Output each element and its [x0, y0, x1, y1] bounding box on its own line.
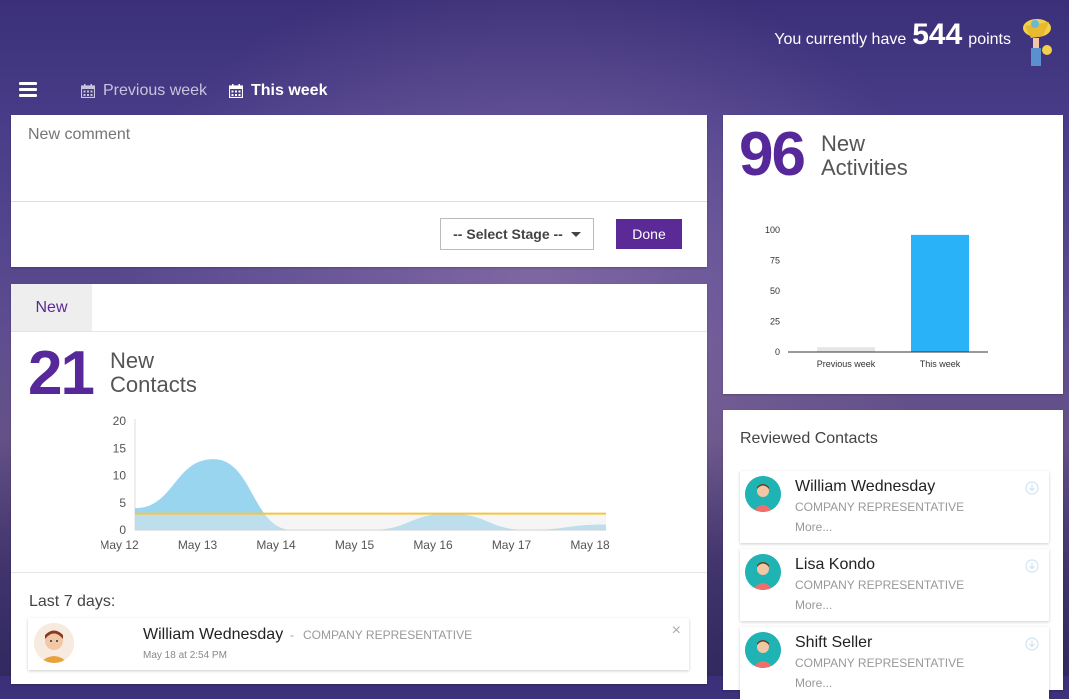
tab-divider [11, 331, 707, 332]
this-week-label: This week [251, 82, 328, 99]
previous-week-label: Previous week [103, 82, 208, 99]
comment-card: -- Select Stage -- Done [11, 115, 707, 267]
x-tick-label: May 14 [256, 538, 296, 552]
more-link[interactable]: More... [795, 520, 832, 534]
x-tick-label: May 13 [178, 538, 218, 552]
new-activities-label-line2: Activities [821, 155, 908, 180]
activity-separator: - [290, 628, 294, 642]
activities-card: 96 New Activities 0 25 50 75 100 Previous wee… [723, 115, 1063, 394]
download-circle-icon[interactable] [1025, 481, 1039, 495]
x-tick-label: May 17 [492, 538, 532, 552]
avatar [34, 623, 74, 663]
reviewed-contacts-title: Reviewed Contacts [740, 430, 878, 447]
activity-item[interactable]: William Wednesday - COMPANY REPRESENTATI… [28, 618, 689, 670]
x-tick-label: This week [920, 359, 961, 369]
menu-icon[interactable] [19, 82, 37, 98]
reviewed-contact-item[interactable]: Shift Seller COMPANY REPRESENTATIVE More..… [740, 627, 1049, 699]
y-tick-label: 50 [770, 286, 780, 296]
points-value: 544 [912, 18, 963, 51]
reviewed-contact-name[interactable]: Shift Seller [795, 634, 872, 652]
reviewed-contact-role: COMPANY REPRESENTATIVE [795, 500, 965, 514]
y-tick-label: 15 [113, 441, 127, 455]
reviewed-contact-item[interactable]: Lisa Kondo COMPANY REPRESENTATIVE More... [740, 549, 1049, 621]
new-contacts-label-line2: Contacts [110, 372, 197, 397]
select-stage-label: -- Select Stage -- [453, 226, 563, 242]
new-activities-count: 96 [739, 120, 806, 189]
x-tick-label: May 12 [101, 538, 139, 552]
download-circle-icon[interactable] [1025, 559, 1039, 573]
reviewed-contact-role: COMPANY REPRESENTATIVE [795, 656, 965, 670]
points-display: You currently have 544 points [774, 18, 1011, 52]
activity-contact-name[interactable]: William Wednesday [143, 626, 283, 644]
new-contacts-count: 21 [28, 339, 95, 408]
avatar [745, 554, 781, 590]
this-week-link[interactable]: This week [229, 82, 327, 100]
contacts-area-chart: 0 5 10 15 20 May 12 May 13 May 14 May 15 May 16 Ma… [101, 414, 610, 552]
points-prefix: You currently have [774, 31, 907, 48]
comment-input[interactable] [11, 115, 707, 202]
x-tick-label: Previous week [817, 359, 876, 369]
more-link[interactable]: More... [795, 676, 832, 690]
y-tick-label: 5 [119, 496, 126, 510]
previous-week-link[interactable]: Previous week [81, 82, 207, 100]
done-button[interactable]: Done [616, 219, 682, 249]
series-area-average [135, 513, 606, 530]
activity-contact-role: COMPANY REPRESENTATIVE [303, 628, 473, 642]
tab-new[interactable]: New [11, 284, 92, 331]
activity-timestamp: May 18 at 2:54 PM [143, 650, 227, 661]
caret-down-icon [570, 231, 581, 237]
y-tick-label: 20 [113, 414, 127, 428]
more-link[interactable]: More... [795, 598, 832, 612]
x-tick-label: May 18 [570, 538, 610, 552]
points-suffix: points [968, 31, 1011, 48]
y-tick-label: 100 [765, 225, 780, 235]
activities-bar-chart: 0 25 50 75 100 Previous week This week [765, 225, 988, 369]
calendar-icon [229, 84, 243, 98]
bar [911, 234, 969, 352]
bar [817, 347, 875, 352]
avatar [745, 476, 781, 512]
reviewed-contacts-card: Reviewed Contacts William Wednesday COMPA… [723, 410, 1063, 699]
reviewed-contact-name[interactable]: William Wednesday [795, 478, 935, 496]
select-stage-dropdown[interactable]: -- Select Stage -- [440, 218, 594, 250]
reviewed-contact-name[interactable]: Lisa Kondo [795, 556, 875, 574]
section-divider [11, 572, 707, 573]
reviewed-contact-role: COMPANY REPRESENTATIVE [795, 578, 965, 592]
new-activities-label-line1: New [821, 131, 866, 156]
x-tick-label: May 16 [413, 538, 453, 552]
download-circle-icon[interactable] [1025, 637, 1039, 651]
new-contacts-label-line1: New [110, 348, 155, 373]
reviewed-contact-item[interactable]: William Wednesday COMPANY REPRESENTATIVE M… [740, 471, 1049, 543]
x-tick-label: May 15 [335, 538, 375, 552]
last-7-days-label: Last 7 days: [29, 593, 116, 610]
trophy-icon [1023, 19, 1052, 66]
avatar [745, 632, 781, 668]
y-tick-label: 0 [119, 523, 126, 537]
y-tick-label: 0 [775, 347, 780, 357]
y-tick-label: 25 [770, 317, 780, 327]
calendar-icon [81, 84, 95, 98]
y-tick-label: 10 [113, 469, 127, 483]
y-tick-label: 75 [770, 256, 780, 266]
contacts-card: New 21 New Contacts 0 5 10 15 20 May 12 May 13… [11, 284, 707, 684]
close-icon[interactable]: × [672, 622, 681, 640]
